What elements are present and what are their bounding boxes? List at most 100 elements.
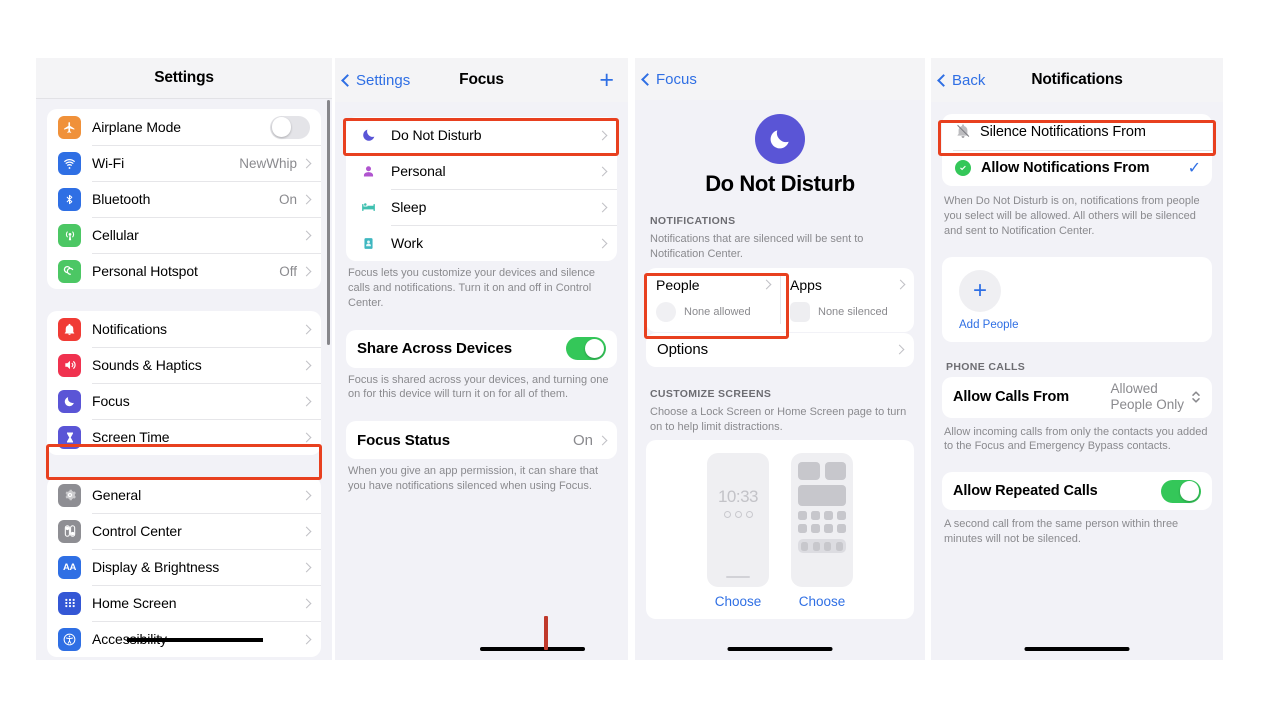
sidebar-item-wifi[interactable]: Wi-Fi NewWhip xyxy=(47,145,321,181)
allow-repeated-calls-row[interactable]: Allow Repeated Calls xyxy=(942,472,1212,510)
add-people-button[interactable]: + xyxy=(959,269,1001,312)
chevron-left-icon xyxy=(641,72,654,86)
control-center-icon xyxy=(58,519,81,543)
notifications-scroll-area[interactable]: Silence Notifications From Allow Notific… xyxy=(931,102,1223,660)
notifications-section-subtitle: Notifications that are silenced will be … xyxy=(650,233,864,260)
back-button-label: Back xyxy=(952,71,986,89)
share-across-devices-row[interactable]: Share Across Devices xyxy=(346,330,617,368)
sidebar-item-cellular[interactable]: Cellular xyxy=(47,217,321,253)
settings-group-system: General Control Center AA Display & Brig… xyxy=(47,477,321,657)
sidebar-item-bluetooth[interactable]: Bluetooth On xyxy=(47,181,321,217)
lock-screen-preview[interactable]: 10:33 xyxy=(707,453,769,588)
home-screen-preview[interactable] xyxy=(791,453,853,588)
sidebar-item-focus[interactable]: Focus xyxy=(47,383,321,419)
allow-calls-value-line1: Allowed xyxy=(1110,381,1158,397)
chevron-updown-icon[interactable] xyxy=(1191,389,1201,405)
people-apps-cards: People None allowed Apps None silenced xyxy=(646,267,914,332)
chevron-right-icon xyxy=(894,344,905,355)
home-indicator xyxy=(480,646,585,651)
focus-mode-do-not-disturb[interactable]: Do Not Disturb xyxy=(346,117,617,153)
chevron-right-icon xyxy=(597,202,608,212)
airplane-icon xyxy=(58,115,81,139)
settings-group-alerts: Notifications Sounds & Haptics Focus Scr… xyxy=(47,311,321,455)
allow-notifications-label: Allow Notifications From xyxy=(981,160,1150,176)
dnd-scroll-area[interactable]: Do Not Disturb NOTIFICATIONS Notificatio… xyxy=(635,100,925,660)
sidebar-item-control-center[interactable]: Control Center xyxy=(47,513,321,549)
add-focus-button[interactable]: + xyxy=(599,67,614,93)
scrollbar[interactable] xyxy=(326,100,330,345)
back-button-label: Focus xyxy=(656,70,697,88)
screenshot-canvas: Settings Airplane Mode Wi-Fi NewWhip Blu… xyxy=(0,0,1280,720)
options-row[interactable]: Options xyxy=(646,333,914,367)
apps-card[interactable]: Apps None silenced xyxy=(780,268,914,332)
wifi-icon xyxy=(58,151,81,175)
chevron-right-icon xyxy=(301,266,312,276)
back-button[interactable]: Settings xyxy=(335,72,410,89)
options-group: Options xyxy=(646,332,914,367)
silence-notifications-row[interactable]: Silence Notifications From xyxy=(942,114,1212,150)
chevron-left-icon xyxy=(341,73,354,87)
chevron-right-icon xyxy=(597,435,608,446)
chevron-right-icon xyxy=(301,158,312,168)
focus-scroll-area[interactable]: Do Not Disturb Personal Sleep Work Focus… xyxy=(335,102,628,660)
notification-mode-group: Silence Notifications From Allow Notific… xyxy=(942,114,1212,186)
back-button[interactable]: Back xyxy=(931,72,985,89)
back-button[interactable]: Focus xyxy=(635,71,697,88)
people-card-subtitle: None allowed xyxy=(684,305,751,318)
apps-card-title: Apps xyxy=(790,276,822,293)
sidebar-item-screen-time[interactable]: Screen Time xyxy=(47,419,321,455)
focus-mode-sleep[interactable]: Sleep xyxy=(346,189,617,225)
home-indicator xyxy=(727,646,833,651)
phone-panel-focus: Settings Focus + Do Not Disturb Personal… xyxy=(335,58,628,660)
chevron-right-icon xyxy=(895,279,906,290)
sidebar-item-airplane-mode[interactable]: Airplane Mode xyxy=(47,109,321,145)
choose-home-screen-button[interactable]: Choose xyxy=(791,594,853,609)
settings-group-connectivity: Airplane Mode Wi-Fi NewWhip Bluetooth On… xyxy=(47,109,321,289)
add-people-card: + Add People xyxy=(942,256,1212,342)
add-people-label[interactable]: Add People xyxy=(959,319,1212,331)
sidebar-item-notifications[interactable]: Notifications xyxy=(47,311,321,347)
chevron-right-icon xyxy=(597,238,608,248)
focus-status-row[interactable]: Focus Status On xyxy=(346,421,617,459)
people-card-title: People xyxy=(656,276,700,293)
focus-modes-footer: Focus lets you customize your devices an… xyxy=(348,267,596,309)
sidebar-item-display-brightness[interactable]: AA Display & Brightness xyxy=(47,549,321,585)
sidebar-item-home-screen[interactable]: Home Screen xyxy=(47,585,321,621)
focus-status-footer: When you give an app permission, it can … xyxy=(348,465,599,493)
airplane-mode-toggle[interactable] xyxy=(270,115,310,139)
settings-scroll-area[interactable]: Airplane Mode Wi-Fi NewWhip Bluetooth On… xyxy=(36,99,332,660)
wifi-network-value: NewWhip xyxy=(239,155,297,171)
people-card[interactable]: People None allowed xyxy=(646,268,780,332)
focus-mode-personal[interactable]: Personal xyxy=(346,153,617,189)
allow-repeated-calls-toggle[interactable] xyxy=(1161,479,1201,503)
apps-placeholder-icon xyxy=(790,301,810,322)
hotspot-icon xyxy=(58,259,81,283)
sidebar-item-label: Notifications xyxy=(92,321,167,337)
choose-lock-screen-button[interactable]: Choose xyxy=(707,594,769,609)
sidebar-item-label: Screen Time xyxy=(92,429,170,445)
chevron-right-icon xyxy=(301,360,312,370)
page-title: Settings xyxy=(154,69,214,86)
allow-notifications-row[interactable]: Allow Notifications From ✓ xyxy=(942,150,1212,186)
focus-mode-work[interactable]: Work xyxy=(346,225,617,261)
repeated-calls-group: Allow Repeated Calls xyxy=(942,472,1212,511)
sidebar-item-general[interactable]: General xyxy=(47,477,321,513)
sidebar-item-label: Cellular xyxy=(92,227,139,243)
page-title: Do Not Disturb xyxy=(705,171,855,196)
notifications-section-header: NOTIFICATIONS xyxy=(650,215,736,227)
focus-mode-label: Work xyxy=(391,235,424,251)
chevron-right-icon xyxy=(301,230,312,240)
sidebar-item-sounds-haptics[interactable]: Sounds & Haptics xyxy=(47,347,321,383)
allow-calls-row[interactable]: Allow Calls From Allowed People Only xyxy=(942,377,1212,418)
chevron-right-icon xyxy=(301,490,312,500)
share-across-devices-toggle[interactable] xyxy=(566,337,606,361)
bell-slash-icon xyxy=(953,123,972,142)
focus-mode-label: Personal xyxy=(391,163,446,179)
chevron-right-icon xyxy=(301,526,312,536)
share-across-devices-footer: Focus is shared across your devices, and… xyxy=(348,373,609,401)
notifications-icon xyxy=(58,317,81,341)
phone-panel-settings: Settings Airplane Mode Wi-Fi NewWhip Blu… xyxy=(36,58,332,660)
sidebar-item-personal-hotspot[interactable]: Personal Hotspot Off xyxy=(47,253,321,289)
back-button-label: Settings xyxy=(356,71,411,89)
bed-icon xyxy=(357,196,380,219)
